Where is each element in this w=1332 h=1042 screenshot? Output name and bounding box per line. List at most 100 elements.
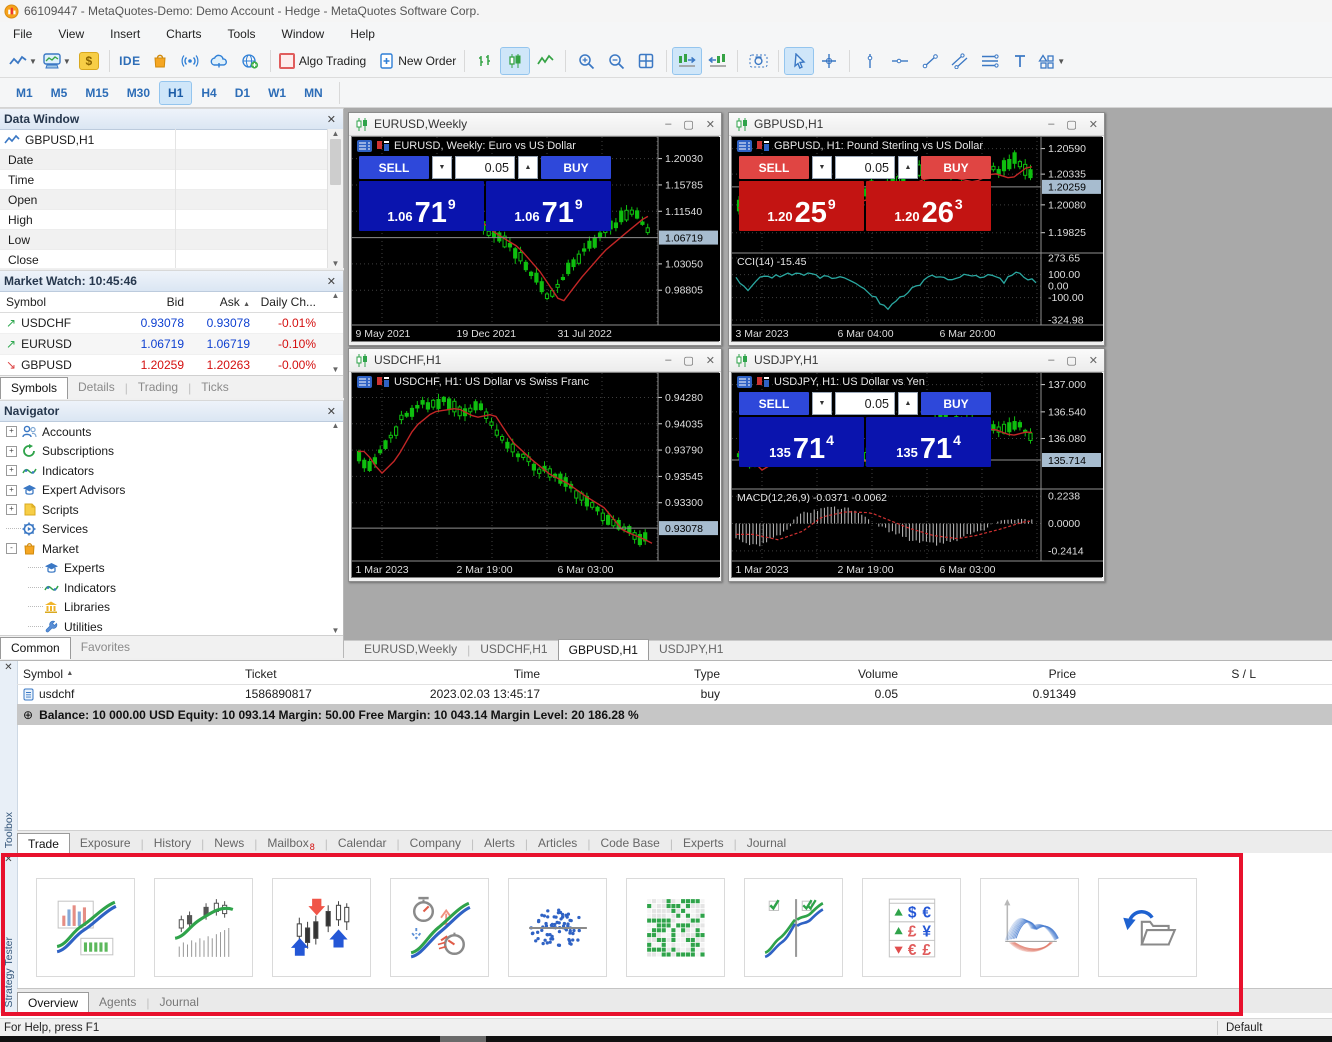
tab-codebase[interactable]: Code Base bbox=[590, 834, 669, 854]
tab-agents[interactable]: Agents bbox=[89, 993, 146, 1013]
tile-forward-test[interactable] bbox=[744, 878, 843, 977]
buy-price[interactable]: 1.06719 bbox=[486, 181, 611, 231]
column-ticket[interactable]: Ticket bbox=[245, 667, 400, 681]
zoom-out-button[interactable] bbox=[602, 48, 630, 74]
data-window-field-low[interactable]: Low bbox=[0, 230, 343, 250]
sell-button[interactable]: SELL bbox=[739, 156, 809, 179]
candles-mode-button[interactable] bbox=[501, 48, 529, 74]
volume-input[interactable]: 0.05 bbox=[835, 392, 895, 415]
profiles-button[interactable]: ▼ bbox=[41, 48, 73, 74]
tab-alerts[interactable]: Alerts bbox=[474, 834, 525, 854]
timeframe-h1[interactable]: H1 bbox=[160, 82, 191, 104]
column-time[interactable]: Time bbox=[400, 667, 540, 681]
column-ask[interactable]: Ask ▲ bbox=[190, 295, 256, 309]
new-chart-button[interactable]: ▼ bbox=[7, 48, 39, 74]
tree-toggle-icon[interactable]: + bbox=[6, 426, 17, 437]
channel-button[interactable] bbox=[946, 48, 974, 74]
vps-button[interactable] bbox=[236, 48, 264, 74]
crosshair-button[interactable] bbox=[815, 48, 843, 74]
timeframe-m30[interactable]: M30 bbox=[119, 82, 158, 104]
close-icon[interactable]: ✕ bbox=[324, 275, 339, 288]
timeframe-mn[interactable]: MN bbox=[296, 82, 331, 104]
tree-toggle-icon[interactable]: + bbox=[6, 446, 17, 457]
navigator-header[interactable]: Navigator ✕ bbox=[0, 401, 343, 422]
sell-price[interactable]: 1.20259 bbox=[739, 181, 864, 231]
tile-optimization-matrix[interactable] bbox=[626, 878, 725, 977]
menu-insert[interactable]: Insert bbox=[97, 24, 153, 44]
navigator-item-services[interactable]: Services bbox=[0, 520, 343, 540]
menu-help[interactable]: Help bbox=[337, 24, 388, 44]
data-window-field-open[interactable]: Open bbox=[0, 190, 343, 210]
tab-articles[interactable]: Articles bbox=[528, 834, 587, 854]
timeframe-m5[interactable]: M5 bbox=[43, 82, 76, 104]
shapes-button[interactable]: ▼ bbox=[1036, 48, 1067, 74]
deposit-button[interactable]: $ bbox=[75, 48, 103, 74]
data-window-field-time[interactable]: Time bbox=[0, 170, 343, 190]
tree-toggle-icon[interactable]: + bbox=[6, 504, 17, 515]
volume-down-button[interactable]: ▼ bbox=[812, 392, 832, 415]
close-icon[interactable]: ✕ bbox=[4, 853, 12, 865]
market-watch-header[interactable]: Market Watch: 10:45:46 ✕ bbox=[0, 271, 343, 292]
tile-speed-test[interactable] bbox=[390, 878, 489, 977]
data-window-field-high[interactable]: High bbox=[0, 210, 343, 230]
timeframe-m15[interactable]: M15 bbox=[77, 82, 116, 104]
chart-titlebar[interactable]: EURUSD,Weekly–▢✕ bbox=[349, 113, 721, 136]
chart-titlebar[interactable]: USDJPY,H1–▢✕ bbox=[729, 349, 1104, 372]
tab-history[interactable]: History bbox=[144, 834, 201, 854]
chart-titlebar[interactable]: GBPUSD,H1–▢✕ bbox=[729, 113, 1104, 136]
tab-details[interactable]: Details bbox=[68, 378, 125, 398]
column-price[interactable]: Price bbox=[898, 667, 1076, 681]
timeframe-d1[interactable]: D1 bbox=[227, 82, 258, 104]
chart-window-usdchf[interactable]: USDCHF,H1–▢✕0.942800.940350.937900.93545… bbox=[348, 348, 722, 582]
volume-down-button[interactable]: ▼ bbox=[812, 156, 832, 179]
close-icon[interactable]: ✕ bbox=[324, 113, 339, 126]
sell-price[interactable]: 1.06719 bbox=[359, 181, 484, 231]
minimize-icon[interactable]: – bbox=[1048, 354, 1054, 367]
timeframe-m1[interactable]: M1 bbox=[8, 82, 41, 104]
data-window-header[interactable]: Data Window ✕ bbox=[0, 109, 343, 130]
chart-window-usdjpy[interactable]: USDJPY,H1–▢✕137.000136.540136.080135.714… bbox=[728, 348, 1105, 582]
new-order-button[interactable]: New Order bbox=[377, 48, 458, 74]
tab-overview[interactable]: Overview bbox=[17, 992, 89, 1014]
chart-canvas[interactable]: 1.205901.203351.200801.198251.20259273.6… bbox=[731, 136, 1102, 342]
volume-up-button[interactable]: ▲ bbox=[898, 392, 918, 415]
metaeditor-button[interactable]: IDE bbox=[116, 48, 144, 74]
line-mode-button[interactable] bbox=[531, 48, 559, 74]
column-daily-change[interactable]: Daily Ch... bbox=[256, 295, 324, 309]
chart-window-gbpusd[interactable]: GBPUSD,H1–▢✕1.205901.203351.200801.19825… bbox=[728, 112, 1105, 346]
tab-news[interactable]: News bbox=[204, 834, 254, 854]
zoom-in-button[interactable] bbox=[572, 48, 600, 74]
close-icon[interactable]: ✕ bbox=[1089, 354, 1098, 367]
sell-price[interactable]: 135714 bbox=[739, 417, 864, 467]
tree-toggle-icon[interactable]: - bbox=[6, 543, 17, 554]
navigator-item-experts[interactable]: Experts bbox=[0, 559, 343, 579]
tab-journal[interactable]: Journal bbox=[737, 834, 796, 854]
column-bid[interactable]: Bid bbox=[118, 295, 190, 309]
balance-row[interactable]: ⊕ Balance: 10 000.00 USD Equity: 10 093.… bbox=[17, 704, 1332, 725]
tile-report-chart[interactable] bbox=[36, 878, 135, 977]
buy-button[interactable]: BUY bbox=[921, 156, 991, 179]
column-symbol[interactable]: Symbol bbox=[0, 295, 118, 309]
tab-mailbox[interactable]: Mailbox8 bbox=[257, 834, 324, 854]
tab-ticks[interactable]: Ticks bbox=[191, 378, 239, 398]
buy-price[interactable]: 1.20263 bbox=[866, 181, 991, 231]
chart-tab-usdchf[interactable]: USDCHF,H1 bbox=[470, 640, 557, 660]
chart-tab-usdjpy[interactable]: USDJPY,H1 bbox=[649, 640, 733, 660]
minimize-icon[interactable]: – bbox=[665, 354, 671, 367]
auto-scroll-button[interactable] bbox=[703, 48, 731, 74]
navigator-item-scripts[interactable]: +Scripts bbox=[0, 500, 343, 520]
tab-symbols[interactable]: Symbols bbox=[0, 377, 68, 399]
column-sl[interactable]: S / L bbox=[1076, 667, 1256, 681]
navigator-item-subscriptions[interactable]: +Subscriptions bbox=[0, 442, 343, 462]
chart-shift-button[interactable] bbox=[673, 48, 701, 74]
data-window-symbol-row[interactable]: GBPUSD,H1 bbox=[0, 130, 343, 150]
sell-button[interactable]: SELL bbox=[359, 156, 429, 179]
chart-canvas[interactable]: 137.000136.540136.080135.7140.22380.0000… bbox=[731, 372, 1102, 578]
cursor-button[interactable] bbox=[785, 48, 813, 74]
navigator-item-expert-advisors[interactable]: +Expert Advisors bbox=[0, 481, 343, 501]
algo-trading-button[interactable]: Algo Trading bbox=[277, 48, 368, 74]
trendline-button[interactable] bbox=[916, 48, 944, 74]
minimize-icon[interactable]: – bbox=[665, 118, 671, 131]
menu-view[interactable]: View bbox=[45, 24, 97, 44]
tab-tester-journal[interactable]: Journal bbox=[150, 993, 209, 1013]
